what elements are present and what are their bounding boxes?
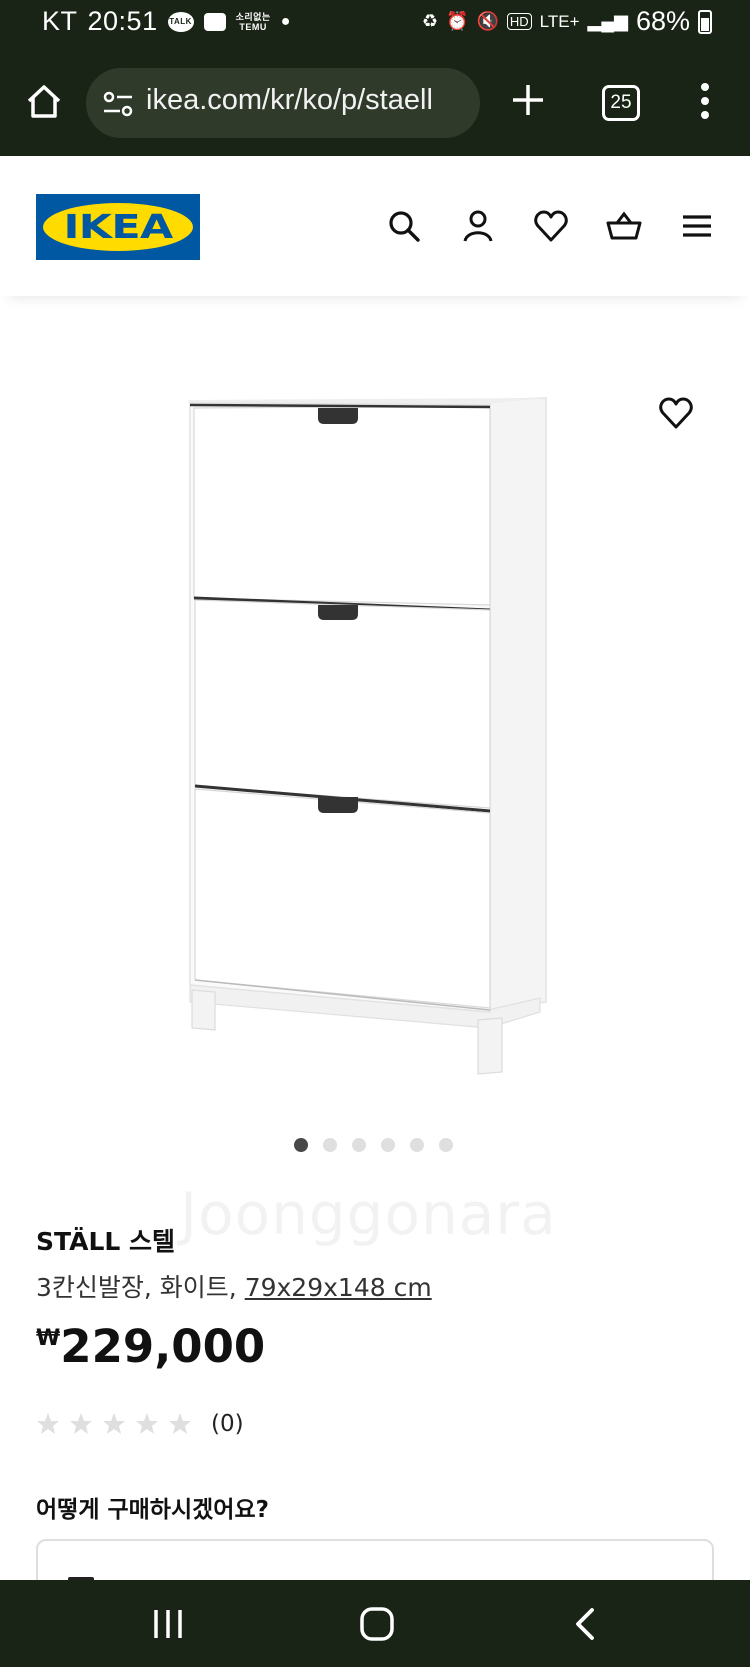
star-icon xyxy=(37,1413,59,1434)
pagination-dot[interactable] xyxy=(439,1138,453,1152)
pagination-dot[interactable] xyxy=(352,1138,366,1152)
pagination-dot[interactable] xyxy=(381,1138,395,1152)
signal-icon: ▂▄▆ xyxy=(587,11,628,31)
hd-badge: HD xyxy=(506,13,532,30)
more-options-icon[interactable] xyxy=(700,82,710,120)
shoe-cabinet-illustration xyxy=(188,397,547,1075)
status-left: KT 20:51 TALK 소리없는 TEMU ● xyxy=(42,6,291,37)
tab-switcher-button[interactable]: 25 xyxy=(602,85,640,121)
kakaotalk-icon: TALK xyxy=(167,11,194,32)
image-pagination xyxy=(294,1138,453,1152)
home-icon[interactable] xyxy=(24,82,64,122)
alarm-icon: ⏰ xyxy=(446,11,469,31)
star-icon xyxy=(70,1413,92,1434)
new-tab-icon[interactable] xyxy=(510,82,546,118)
product-description: 3칸신발장, 화이트, 79x29x148 cm xyxy=(36,1268,432,1304)
temu-line-1: 소리없는 xyxy=(235,11,271,22)
search-icon[interactable] xyxy=(386,208,422,244)
clock: 20:51 xyxy=(87,6,158,36)
product-name: STÄLL 스텔 xyxy=(36,1227,176,1256)
purchase-options-heading: 어떻게 구매하시겠어요? xyxy=(36,1497,269,1523)
wishlist-icon[interactable] xyxy=(533,208,569,244)
back-icon[interactable] xyxy=(566,1606,606,1642)
star-icon xyxy=(169,1413,191,1434)
temu-line-2: TEMU xyxy=(239,21,267,32)
currency-symbol: ₩ xyxy=(36,1326,61,1351)
review-count: (0) xyxy=(211,1411,244,1437)
rating[interactable]: (0) xyxy=(36,1411,244,1437)
system-navigation-bar xyxy=(0,1580,750,1667)
product-type: 3칸신발장, 화이트, xyxy=(36,1273,237,1302)
product-price: ₩229,000 xyxy=(36,1320,265,1373)
notification-dot-icon: ● xyxy=(280,12,291,30)
battery-icon xyxy=(698,9,712,34)
status-right: ♻ ⏰ 🔇 HD LTE+ ▂▄▆ 68% xyxy=(422,6,712,37)
network-label: LTE+ xyxy=(539,11,580,31)
ikea-logo[interactable]: IKEA xyxy=(36,194,200,260)
recent-apps-icon[interactable] xyxy=(148,1606,188,1642)
url-text: ikea.com/kr/ko/p/staell xyxy=(146,84,433,116)
watermark-text: Joonggonara xyxy=(180,1180,557,1248)
pagination-dot[interactable] xyxy=(323,1138,337,1152)
address-bar[interactable]: ikea.com/kr/ko/p/staell xyxy=(86,68,480,138)
status-bar: KT 20:51 TALK 소리없는 TEMU ● ♻ ⏰ 🔇 HD LTE+ … xyxy=(0,0,750,48)
product-size-link[interactable]: 79x29x148 cm xyxy=(245,1273,432,1302)
star-icon xyxy=(136,1413,158,1434)
browser-toolbar: ikea.com/kr/ko/p/staell 25 xyxy=(0,48,750,156)
price-amount: 229,000 xyxy=(60,1320,266,1373)
pagination-dot[interactable] xyxy=(410,1138,424,1152)
star-icon xyxy=(103,1413,125,1434)
recycle-icon: ♻ xyxy=(421,11,439,31)
cart-icon[interactable] xyxy=(606,208,642,244)
site-header: IKEA xyxy=(0,156,750,296)
account-icon[interactable] xyxy=(460,208,496,244)
mute-icon: 🔇 xyxy=(476,11,499,31)
product-image[interactable]: Joonggonara xyxy=(0,300,750,1248)
carrier-label: KT xyxy=(42,6,78,36)
temu-icon: 소리없는 TEMU xyxy=(236,12,271,32)
home-nav-icon[interactable] xyxy=(357,1606,397,1642)
pagination-dot[interactable] xyxy=(294,1138,308,1152)
message-icon xyxy=(203,12,226,31)
save-to-wishlist-icon[interactable] xyxy=(658,396,694,430)
battery-label: 68% xyxy=(635,6,690,36)
site-settings-icon[interactable] xyxy=(102,90,134,118)
logo-text: IKEA xyxy=(63,207,173,246)
menu-icon[interactable] xyxy=(679,208,715,244)
